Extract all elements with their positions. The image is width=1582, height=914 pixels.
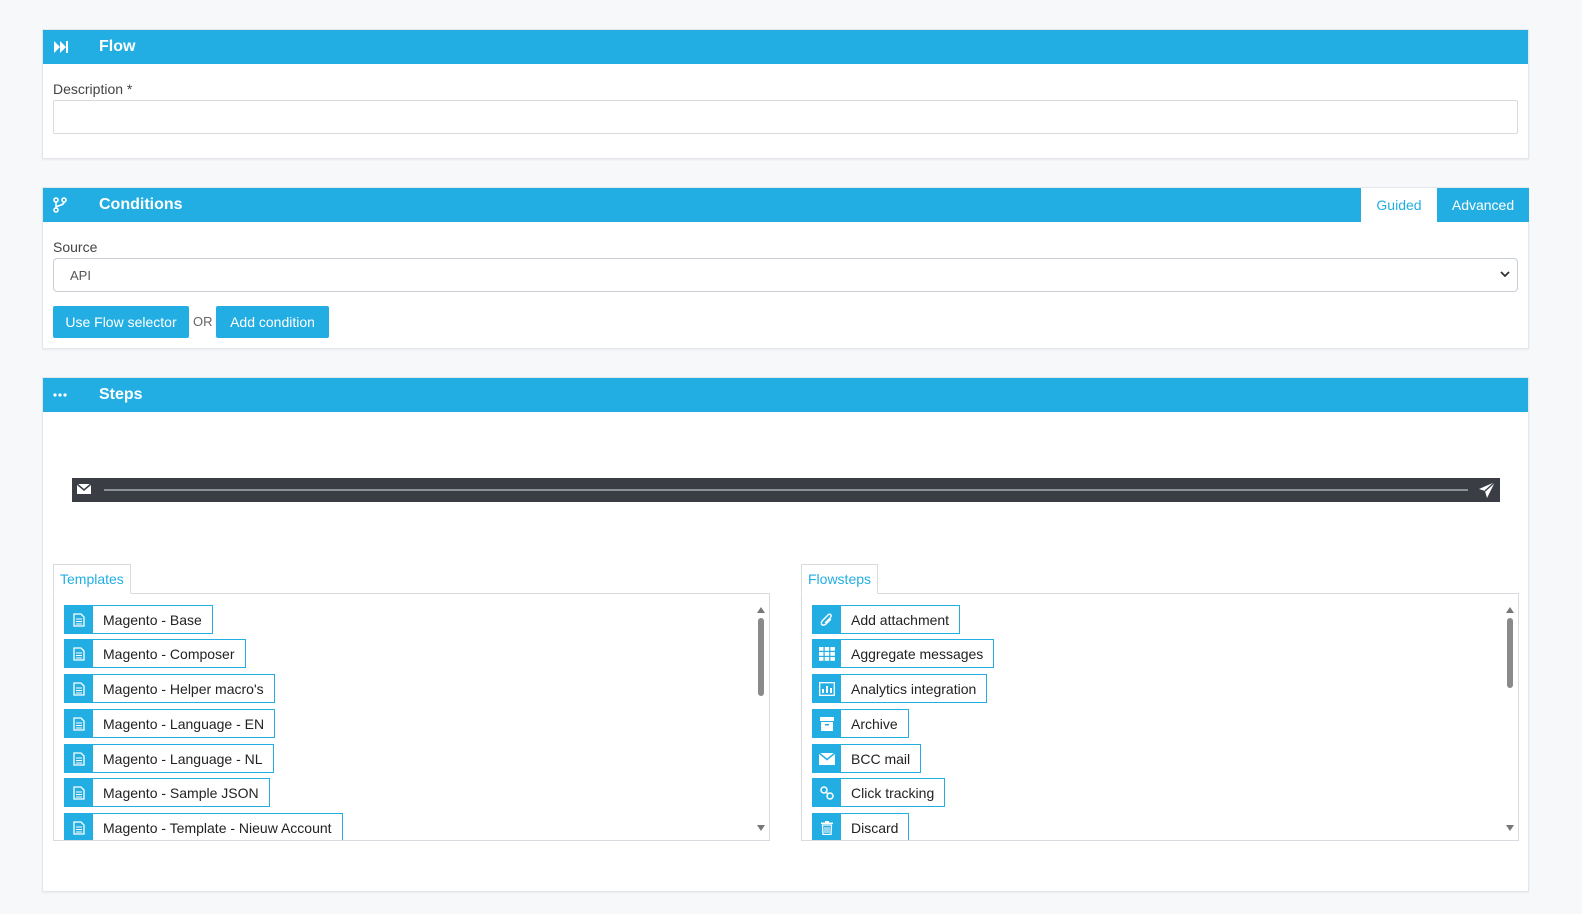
tab-flowsteps[interactable]: Flowsteps — [801, 564, 879, 594]
timeline-line — [104, 489, 1468, 491]
templates-list: Magento - Base Magento - Composer Magent… — [53, 593, 770, 841]
tab-templates[interactable]: Templates — [53, 564, 131, 594]
branch-icon — [43, 197, 99, 213]
ellipsis-icon — [43, 393, 99, 397]
scroll-up-icon[interactable] — [757, 600, 765, 618]
fast-forward-icon — [43, 40, 99, 54]
document-icon — [65, 640, 93, 667]
list-item[interactable]: Magento - Base — [64, 605, 213, 634]
use-flow-selector-button[interactable]: Use Flow selector — [53, 306, 189, 338]
list-item[interactable]: Aggregate messages — [812, 639, 995, 668]
document-icon — [65, 606, 93, 633]
steps-header: Steps — [43, 378, 1528, 412]
list-item[interactable]: Magento - Language - NL — [64, 744, 274, 773]
scroll-down-icon[interactable] — [1506, 818, 1514, 836]
list-item[interactable]: Click tracking — [812, 778, 946, 807]
archive-icon — [813, 710, 841, 737]
document-icon — [65, 710, 93, 737]
source-selected-value: API — [70, 267, 91, 283]
tab-guided[interactable]: Guided — [1361, 188, 1437, 222]
list-item[interactable]: BCC mail — [812, 744, 922, 773]
list-item[interactable]: Discard — [812, 813, 910, 840]
scroll-thumb[interactable] — [758, 618, 764, 696]
scroll-up-icon[interactable] — [1506, 600, 1514, 618]
source-label: Source — [53, 239, 98, 255]
list-item[interactable]: Magento - Composer — [64, 639, 246, 668]
document-icon — [65, 745, 93, 772]
list-item[interactable]: Archive — [812, 709, 909, 738]
list-item[interactable]: Magento - Sample JSON — [64, 778, 270, 807]
list-item[interactable]: Magento - Helper macro's — [64, 674, 275, 703]
send-icon — [1478, 481, 1496, 504]
trash-icon — [813, 814, 841, 840]
document-icon — [65, 675, 93, 702]
document-icon — [65, 779, 93, 806]
link-icon — [813, 779, 841, 806]
source-select[interactable]: API — [53, 258, 1518, 292]
document-icon — [65, 814, 93, 840]
steps-panel: Steps Templates Magento - Base Magento -… — [42, 377, 1529, 892]
paperclip-icon — [813, 606, 841, 633]
flow-panel: Flow Description * — [42, 29, 1529, 159]
tab-advanced[interactable]: Advanced — [1437, 188, 1529, 222]
list-item[interactable]: Add attachment — [812, 605, 961, 634]
chevron-down-icon — [1499, 268, 1511, 283]
envelope-icon — [813, 745, 841, 772]
conditions-title: Conditions — [99, 196, 183, 213]
scroll-down-icon[interactable] — [757, 818, 765, 836]
list-item[interactable]: Magento - Template - Nieuw Account — [64, 813, 343, 840]
conditions-header: Conditions Guided Advanced — [43, 188, 1529, 222]
conditions-panel: Conditions Guided Advanced Source API Us… — [42, 187, 1529, 349]
scroll-thumb[interactable] — [1507, 618, 1513, 688]
grid-icon — [813, 640, 841, 667]
steps-title: Steps — [99, 386, 143, 403]
flow-title: Flow — [99, 38, 136, 55]
list-item[interactable]: Magento - Language - EN — [64, 709, 276, 738]
flow-header: Flow — [43, 30, 1528, 64]
envelope-icon — [76, 482, 92, 501]
templates-scrollbar[interactable] — [755, 600, 767, 836]
flowsteps-list: Add attachment Aggregate messages Analyt… — [801, 593, 1519, 841]
or-text: OR — [193, 314, 213, 329]
flow-timeline — [72, 478, 1500, 502]
description-input[interactable] — [53, 100, 1518, 134]
list-item[interactable]: Analytics integration — [812, 674, 988, 703]
add-condition-button[interactable]: Add condition — [216, 306, 329, 338]
description-label: Description * — [53, 81, 133, 97]
flowsteps-scrollbar[interactable] — [1504, 600, 1516, 836]
bar-chart-icon — [813, 675, 841, 702]
